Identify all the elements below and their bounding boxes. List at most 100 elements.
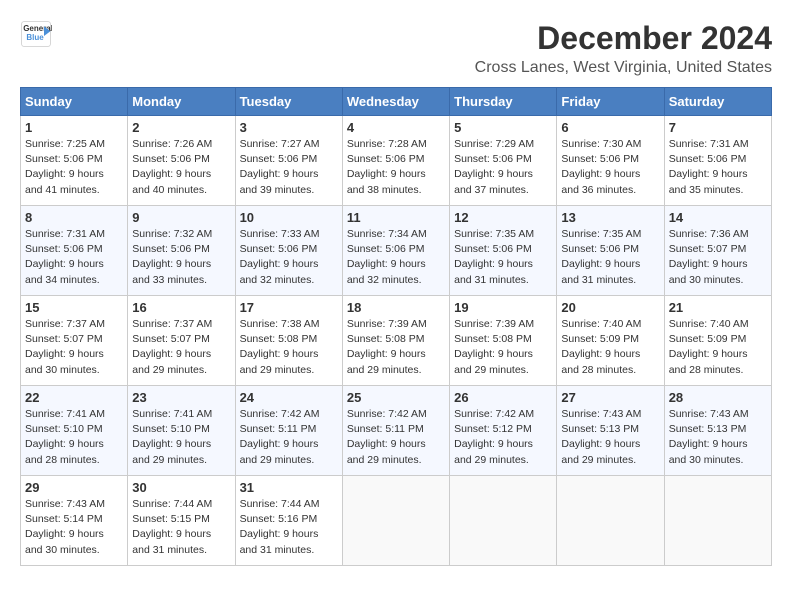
calendar-cell: 5 Sunrise: 7:29 AMSunset: 5:06 PMDaylight… [450,116,557,206]
column-header-thursday: Thursday [450,88,557,116]
page-header: General Blue December 2024 Cross Lanes, … [20,20,772,77]
calendar-cell: 31 Sunrise: 7:44 AMSunset: 5:16 PMDayligh… [235,476,342,566]
day-info: Sunrise: 7:33 AMSunset: 5:06 PMDaylight:… [240,227,338,288]
calendar-cell [342,476,449,566]
calendar-week-row: 15 Sunrise: 7:37 AMSunset: 5:07 PMDayligh… [21,296,772,386]
month-title: December 2024 [475,20,772,57]
svg-text:Blue: Blue [26,33,44,42]
day-number: 6 [561,120,659,135]
day-number: 23 [132,390,230,405]
calendar-cell: 25 Sunrise: 7:42 AMSunset: 5:11 PMDayligh… [342,386,449,476]
calendar-cell [557,476,664,566]
day-info: Sunrise: 7:31 AMSunset: 5:06 PMDaylight:… [25,227,123,288]
calendar-cell [664,476,771,566]
calendar-cell: 14 Sunrise: 7:36 AMSunset: 5:07 PMDayligh… [664,206,771,296]
calendar-cell: 17Sunrise: 7:38 AMSunset: 5:08 PMDayligh… [235,296,342,386]
calendar-cell: 19 Sunrise: 7:39 AMSunset: 5:08 PMDayligh… [450,296,557,386]
day-info: Sunrise: 7:26 AMSunset: 5:06 PMDaylight:… [132,137,230,198]
calendar-cell: 22Sunrise: 7:41 AMSunset: 5:10 PMDayligh… [21,386,128,476]
column-header-saturday: Saturday [664,88,771,116]
calendar-cell: 2Sunrise: 7:26 AMSunset: 5:06 PMDaylight… [128,116,235,206]
calendar-cell: 1 Sunrise: 7:25 AMSunset: 5:06 PMDaylight… [21,116,128,206]
column-header-sunday: Sunday [21,88,128,116]
calendar-cell: 23 Sunrise: 7:41 AMSunset: 5:10 PMDayligh… [128,386,235,476]
day-info: Sunrise: 7:25 AMSunset: 5:06 PMDaylight:… [25,137,123,198]
day-number: 7 [669,120,767,135]
day-number: 21 [669,300,767,315]
day-number: 8 [25,210,123,225]
calendar-cell: 16 Sunrise: 7:37 AMSunset: 5:07 PMDayligh… [128,296,235,386]
calendar-cell: 24 Sunrise: 7:42 AMSunset: 5:11 PMDayligh… [235,386,342,476]
day-info: Sunrise: 7:32 AMSunset: 5:06 PMDaylight:… [132,227,230,288]
day-info: Sunrise: 7:42 AMSunset: 5:11 PMDaylight:… [240,407,338,468]
day-info: Sunrise: 7:34 AMSunset: 5:06 PMDaylight:… [347,227,445,288]
calendar-header-row: SundayMondayTuesdayWednesdayThursdayFrid… [21,88,772,116]
day-info: Sunrise: 7:43 AMSunset: 5:13 PMDaylight:… [561,407,659,468]
calendar-table: SundayMondayTuesdayWednesdayThursdayFrid… [20,87,772,566]
calendar-cell: 9 Sunrise: 7:32 AMSunset: 5:06 PMDaylight… [128,206,235,296]
day-number: 12 [454,210,552,225]
calendar-cell: 4 Sunrise: 7:28 AMSunset: 5:06 PMDaylight… [342,116,449,206]
calendar-week-row: 1 Sunrise: 7:25 AMSunset: 5:06 PMDaylight… [21,116,772,206]
day-info: Sunrise: 7:39 AMSunset: 5:08 PMDaylight:… [454,317,552,378]
day-number: 31 [240,480,338,495]
column-header-monday: Monday [128,88,235,116]
calendar-cell: 13 Sunrise: 7:35 AMSunset: 5:06 PMDayligh… [557,206,664,296]
day-info: Sunrise: 7:27 AMSunset: 5:06 PMDaylight:… [240,137,338,198]
day-number: 9 [132,210,230,225]
column-header-friday: Friday [557,88,664,116]
day-number: 18 [347,300,445,315]
calendar-cell: 27Sunrise: 7:43 AMSunset: 5:13 PMDayligh… [557,386,664,476]
day-number: 29 [25,480,123,495]
day-number: 13 [561,210,659,225]
day-number: 4 [347,120,445,135]
logo: General Blue [20,20,52,48]
calendar-cell: 30Sunrise: 7:44 AMSunset: 5:15 PMDayligh… [128,476,235,566]
day-info: Sunrise: 7:40 AMSunset: 5:09 PMDaylight:… [561,317,659,378]
day-number: 19 [454,300,552,315]
column-header-tuesday: Tuesday [235,88,342,116]
day-info: Sunrise: 7:41 AMSunset: 5:10 PMDaylight:… [132,407,230,468]
day-number: 15 [25,300,123,315]
calendar-cell: 7 Sunrise: 7:31 AMSunset: 5:06 PMDaylight… [664,116,771,206]
day-number: 5 [454,120,552,135]
day-info: Sunrise: 7:29 AMSunset: 5:06 PMDaylight:… [454,137,552,198]
day-number: 24 [240,390,338,405]
day-number: 28 [669,390,767,405]
day-number: 26 [454,390,552,405]
calendar-week-row: 8 Sunrise: 7:31 AMSunset: 5:06 PMDaylight… [21,206,772,296]
day-number: 3 [240,120,338,135]
column-header-wednesday: Wednesday [342,88,449,116]
day-number: 17 [240,300,338,315]
calendar-cell: 18 Sunrise: 7:39 AMSunset: 5:08 PMDayligh… [342,296,449,386]
calendar-cell: 11 Sunrise: 7:34 AMSunset: 5:06 PMDayligh… [342,206,449,296]
calendar-cell: 21Sunrise: 7:40 AMSunset: 5:09 PMDayligh… [664,296,771,386]
day-number: 1 [25,120,123,135]
logo-icon: General Blue [20,20,52,48]
day-info: Sunrise: 7:43 AMSunset: 5:13 PMDaylight:… [669,407,767,468]
calendar-cell: 26Sunrise: 7:42 AMSunset: 5:12 PMDayligh… [450,386,557,476]
calendar-cell: 20Sunrise: 7:40 AMSunset: 5:09 PMDayligh… [557,296,664,386]
day-info: Sunrise: 7:36 AMSunset: 5:07 PMDaylight:… [669,227,767,288]
location-title: Cross Lanes, West Virginia, United State… [475,59,772,77]
day-number: 16 [132,300,230,315]
day-info: Sunrise: 7:31 AMSunset: 5:06 PMDaylight:… [669,137,767,198]
calendar-cell: 10Sunrise: 7:33 AMSunset: 5:06 PMDayligh… [235,206,342,296]
day-number: 11 [347,210,445,225]
calendar-cell: 8 Sunrise: 7:31 AMSunset: 5:06 PMDaylight… [21,206,128,296]
day-info: Sunrise: 7:28 AMSunset: 5:06 PMDaylight:… [347,137,445,198]
day-info: Sunrise: 7:44 AMSunset: 5:15 PMDaylight:… [132,497,230,558]
day-info: Sunrise: 7:44 AMSunset: 5:16 PMDaylight:… [240,497,338,558]
day-info: Sunrise: 7:42 AMSunset: 5:11 PMDaylight:… [347,407,445,468]
day-info: Sunrise: 7:37 AMSunset: 5:07 PMDaylight:… [25,317,123,378]
title-section: December 2024 Cross Lanes, West Virginia… [475,20,772,77]
day-info: Sunrise: 7:35 AMSunset: 5:06 PMDaylight:… [454,227,552,288]
day-info: Sunrise: 7:37 AMSunset: 5:07 PMDaylight:… [132,317,230,378]
calendar-week-row: 22 Sunrise: 7:41 AMSunset: 5:10 PMDayligh… [21,386,772,476]
day-info: Sunrise: 7:39 AMSunset: 5:08 PMDaylight:… [347,317,445,378]
day-number: 25 [347,390,445,405]
day-number: 22 [25,390,123,405]
calendar-cell: 12 Sunrise: 7:35 AMSunset: 5:06 PMDayligh… [450,206,557,296]
day-info: Sunrise: 7:35 AMSunset: 5:06 PMDaylight:… [561,227,659,288]
day-number: 14 [669,210,767,225]
